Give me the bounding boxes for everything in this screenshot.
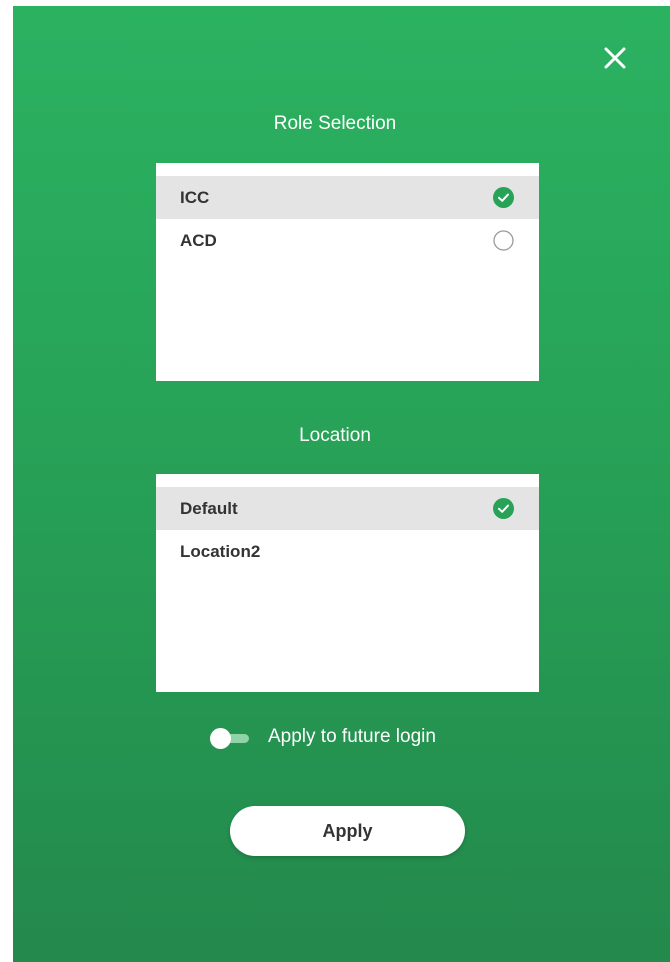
location-item-label: Location2 — [180, 542, 261, 561]
close-button[interactable] — [600, 43, 630, 73]
location-item-label: Default — [180, 499, 238, 518]
location-item-location2[interactable]: Location2 — [156, 530, 539, 573]
apply-future-login-label: Apply to future login — [268, 726, 436, 747]
role-item-label: ICC — [180, 188, 210, 207]
apply-future-login-row: Apply to future login — [210, 723, 530, 753]
radio-empty-icon — [493, 230, 514, 251]
role-item-label: ACD — [180, 231, 217, 250]
location-title: Location — [299, 425, 371, 446]
role-list: ICC ACD — [156, 163, 539, 381]
role-item-acd[interactable]: ACD — [156, 219, 539, 262]
check-circle-icon — [493, 187, 514, 208]
role-selection-title: Role Selection — [273, 113, 397, 134]
role-item-icc[interactable]: ICC — [156, 176, 539, 219]
toggle-knob — [210, 728, 231, 749]
location-list: Default Location2 — [156, 474, 539, 692]
apply-future-login-toggle[interactable] — [210, 728, 250, 749]
location-item-default[interactable]: Default — [156, 487, 539, 530]
check-circle-icon — [493, 498, 514, 519]
apply-button[interactable]: Apply — [230, 806, 465, 856]
close-icon — [604, 47, 626, 69]
